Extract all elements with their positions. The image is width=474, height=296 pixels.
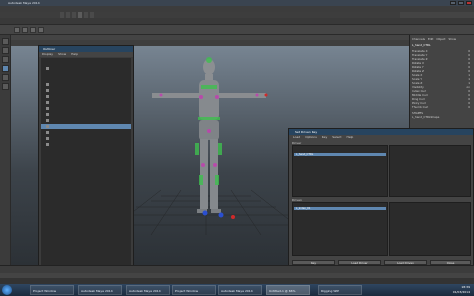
driver-object-item[interactable]: L_hand_CTRL [294, 153, 386, 156]
scale-tool-icon[interactable] [2, 83, 9, 90]
list-item[interactable] [41, 118, 131, 123]
channel-box-tab[interactable]: Edit [428, 37, 433, 41]
list-item[interactable] [41, 100, 131, 105]
transform-icon [46, 125, 49, 128]
close-button[interactable] [466, 1, 472, 5]
shape-name: L_hand_CTRLShape [412, 115, 440, 119]
sdk-menu-options[interactable]: Options [305, 135, 317, 140]
maximize-button[interactable] [458, 1, 464, 5]
list-item[interactable] [41, 112, 131, 117]
taskbar-window-button[interactable]: Rigging WIP [318, 285, 362, 295]
transform-icon [46, 119, 49, 122]
driven-object-item[interactable]: L_index_01 [294, 207, 386, 210]
transform-icon [46, 95, 49, 98]
select-tool-icon[interactable] [2, 38, 9, 45]
list-item[interactable] [41, 94, 131, 99]
outliner-list[interactable] [41, 58, 131, 268]
system-clock: 18:39 01/03/2014 [453, 285, 470, 295]
shelf-tool-icon[interactable] [14, 27, 20, 33]
transform-icon [46, 113, 49, 116]
transform-icon [46, 107, 49, 110]
sdk-menu-help[interactable]: Help [347, 135, 354, 140]
sdk-menu-select[interactable]: Select [332, 135, 341, 140]
time-slider[interactable] [0, 265, 474, 273]
driver-attribute-list[interactable] [389, 145, 471, 197]
driven-attribute-list[interactable] [389, 202, 471, 256]
outliner-window: Outliner Display Show Help [38, 45, 134, 270]
channel-attribute-name: Thumb Curl [412, 105, 429, 109]
status-line [0, 18, 474, 25]
list-item-selected[interactable] [41, 124, 131, 129]
shelf-tool-icon[interactable] [38, 27, 44, 33]
outliner-menu-help[interactable]: Help [71, 52, 78, 57]
set-icon [46, 137, 49, 140]
channel-box-tab[interactable]: Channels [412, 37, 425, 41]
channel-attribute-row[interactable]: Thumb Curl 0 [412, 105, 472, 109]
list-item[interactable] [41, 142, 131, 147]
driver-object-list[interactable]: L_hand_CTRL [292, 145, 388, 197]
list-item[interactable] [41, 130, 131, 135]
lasso-tool-icon[interactable] [2, 47, 9, 54]
rotate-tool-icon[interactable] [2, 74, 9, 81]
transform-icon [46, 83, 49, 86]
toolbox [0, 35, 11, 265]
minimize-button[interactable] [450, 1, 456, 5]
taskbar-window-button[interactable]: Project Window [30, 285, 74, 295]
set-icon [46, 143, 49, 146]
character-model [152, 57, 268, 219]
shelf [0, 25, 474, 35]
move-tool-icon[interactable] [2, 65, 9, 72]
sdk-menu-key[interactable]: Key [322, 135, 327, 140]
channel-box-tab[interactable]: Show [448, 37, 456, 41]
transform-icon [46, 67, 49, 70]
shelf-tool-icon[interactable] [30, 27, 36, 33]
channel-box-object-name: L_hand_CTRL [412, 43, 431, 47]
taskbar-window-button[interactable]: Autodesk Maya 2014 [218, 285, 262, 295]
shelf-tool-icon[interactable] [22, 27, 28, 33]
list-item[interactable] [41, 88, 131, 93]
set-driven-key-window: Set Driven Key Load Options Key Select H… [288, 128, 474, 268]
list-item[interactable] [41, 136, 131, 141]
paint-select-tool-icon[interactable] [2, 56, 9, 63]
transform-icon [46, 89, 49, 92]
transform-icon [46, 101, 49, 104]
sdk-menu-load[interactable]: Load [293, 135, 300, 140]
transform-icon [46, 131, 49, 134]
clock-date: 01/03/2014 [452, 290, 470, 294]
app-title: Autodesk Maya 2014 [8, 1, 40, 5]
list-item[interactable] [41, 82, 131, 87]
taskbar-window-button[interactable]: Autodesk Maya 2014 [78, 285, 122, 295]
driven-object-list[interactable]: L_index_01 [292, 202, 388, 256]
outliner-menu-show[interactable]: Show [58, 52, 66, 57]
windows-taskbar: Project Window Autodesk Maya 2014 Autodesk… [0, 284, 474, 296]
taskbar-window-button[interactable]: Project Window [172, 285, 216, 295]
start-button[interactable] [2, 285, 12, 295]
outliner-menu-display[interactable]: Display [42, 52, 53, 57]
channel-box-tab[interactable]: Object [436, 37, 445, 41]
list-item[interactable] [41, 66, 131, 71]
taskbar-window-button[interactable]: Autodesk Maya 2014 [126, 285, 170, 295]
list-item[interactable] [41, 106, 131, 111]
channel-attribute-value[interactable]: 0 [468, 105, 470, 109]
taskbar-window-button[interactable]: Untitled-1 @ 66% [266, 285, 310, 295]
